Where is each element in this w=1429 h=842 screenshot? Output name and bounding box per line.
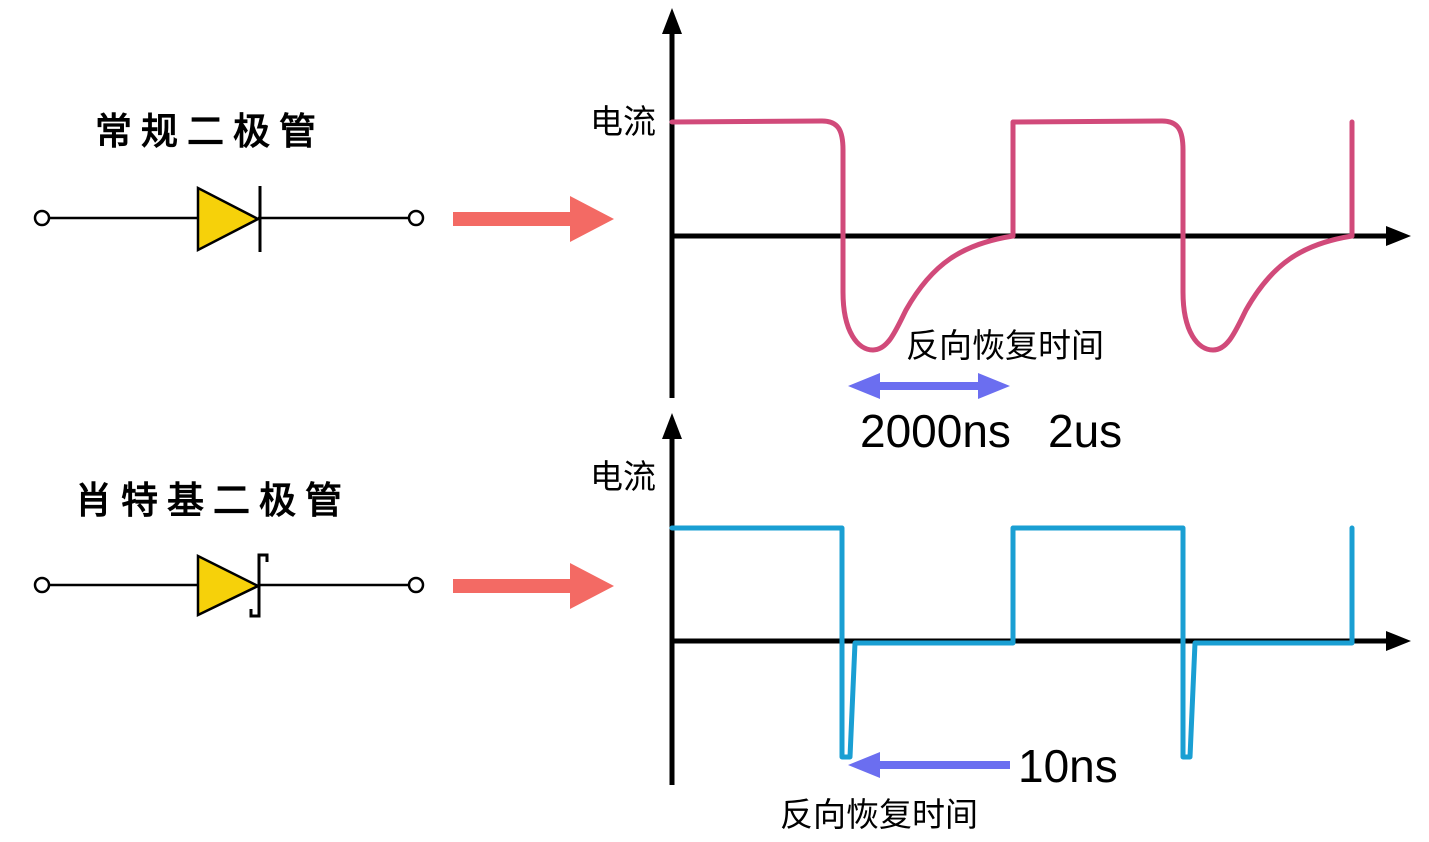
bottom-graph-time-ns: 10ns xyxy=(1018,740,1118,792)
top-graph: 电流 反向恢复时间 2000ns 2us xyxy=(590,8,1411,457)
top-graph-time-ns: 2000ns xyxy=(860,405,1011,457)
bottom-graph-y-arrowhead xyxy=(662,413,682,439)
bottom-graph-x-arrowhead xyxy=(1386,631,1411,651)
diode-comparison-diagram: 常规二极管 电流 反向恢复时间 2000ns 2us 肖特基二极管 电流 10n… xyxy=(33,8,1411,834)
regular-diode-symbol xyxy=(33,185,425,253)
regular-flow-arrow xyxy=(453,196,614,242)
schottky-flow-arrow xyxy=(453,563,614,609)
regular-diode-triangle xyxy=(196,185,261,253)
bottom-graph: 电流 10ns 反向恢复时间 xyxy=(590,413,1411,834)
schottky-diode-symbol xyxy=(33,553,425,618)
top-graph-y-label: 电流 xyxy=(590,102,656,141)
bottom-graph-y-label: 电流 xyxy=(590,457,656,496)
top-graph-time-us: 2us xyxy=(1048,405,1122,457)
schottky-diode-title: 肖特基二极管 xyxy=(75,479,351,522)
top-graph-recovery-arrow xyxy=(848,373,1010,399)
schottky-diode-terminal-right xyxy=(407,576,425,594)
bottom-graph-recovery-label: 反向恢复时间 xyxy=(780,795,978,834)
schottky-diode-triangle xyxy=(196,553,261,617)
top-graph-y-arrowhead xyxy=(662,8,682,34)
schottky-diode-terminal-left xyxy=(33,576,51,594)
regular-diode-terminal-left xyxy=(33,209,51,227)
regular-diode-title: 常规二极管 xyxy=(95,110,325,153)
top-graph-recovery-label: 反向恢复时间 xyxy=(906,326,1104,365)
regular-diode-terminal-right xyxy=(407,209,425,227)
bottom-graph-recovery-arrow xyxy=(848,752,1010,778)
top-graph-x-arrowhead xyxy=(1386,226,1411,246)
